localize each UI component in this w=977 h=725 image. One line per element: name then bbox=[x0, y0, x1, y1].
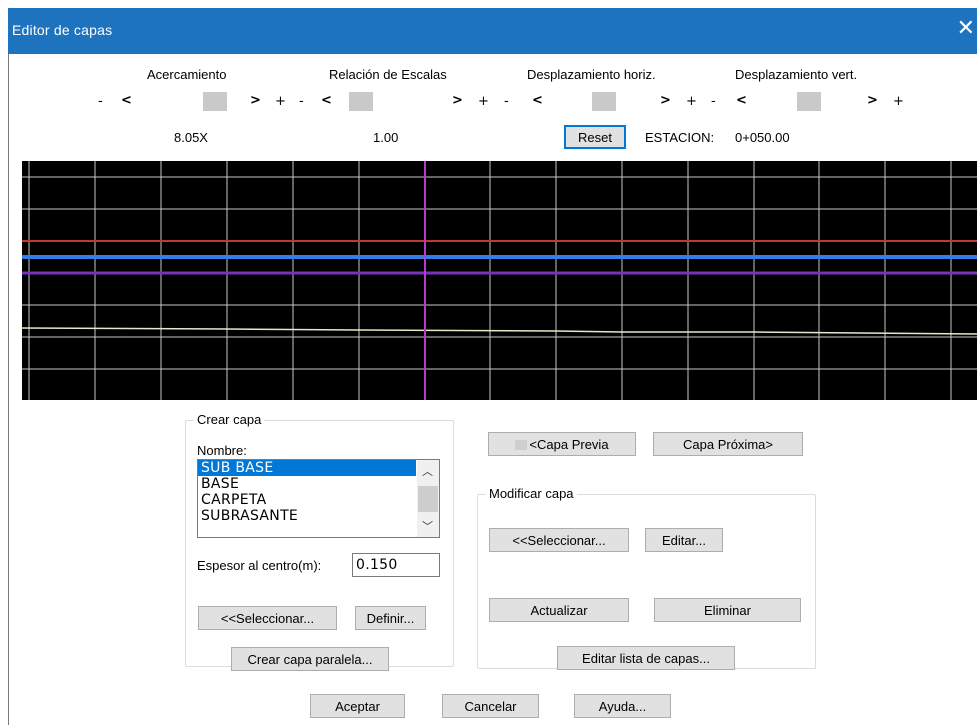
window-border bbox=[8, 54, 9, 725]
modificar-capa-title: Modificar capa bbox=[486, 486, 577, 501]
relacion-escalas-label: Relación de Escalas bbox=[329, 67, 447, 82]
despl-horiz-right-arrow[interactable]: > bbox=[660, 93, 671, 108]
scroll-down-icon[interactable]: ﹀ bbox=[422, 518, 433, 534]
list-item[interactable]: BASE bbox=[198, 476, 416, 492]
acercamiento-left-arrow[interactable]: < bbox=[121, 93, 132, 108]
reset-button[interactable]: Reset bbox=[564, 125, 626, 149]
cancelar-button[interactable]: Cancelar bbox=[442, 694, 539, 718]
layer-list-scrollbar[interactable]: ︿ ﹀ bbox=[417, 460, 439, 537]
relacion-escalas-value: 1.00 bbox=[373, 130, 399, 145]
despl-horiz-plus-button[interactable]: + bbox=[686, 94, 697, 109]
desplazamiento-vert-label: Desplazamiento vert. bbox=[735, 67, 858, 82]
crear-capa-title: Crear capa bbox=[194, 412, 265, 427]
despl-horiz-left-arrow[interactable]: < bbox=[532, 93, 543, 108]
nombre-label: Nombre: bbox=[197, 443, 247, 458]
despl-vert-plus-button[interactable]: + bbox=[893, 94, 904, 109]
espesor-input[interactable]: 0.150 bbox=[352, 553, 440, 577]
close-icon[interactable]: ✕ bbox=[957, 18, 975, 40]
eliminar-button[interactable]: Eliminar bbox=[654, 598, 801, 622]
acercamiento-scroll-thumb[interactable] bbox=[203, 92, 227, 111]
section-preview-canvas bbox=[22, 161, 977, 400]
acercamiento-label: Acercamiento bbox=[147, 67, 227, 82]
despl-vert-minus-button[interactable]: - bbox=[711, 94, 716, 109]
modificar-capa-group: Modificar capa bbox=[477, 486, 816, 669]
list-item[interactable]: SUBRASANTE bbox=[198, 508, 416, 524]
scroll-up-icon[interactable]: ︿ bbox=[422, 463, 433, 479]
title-bar: Editor de capas ✕ bbox=[8, 8, 977, 54]
relacion-minus-button[interactable]: - bbox=[299, 94, 304, 109]
relacion-plus-button[interactable]: + bbox=[478, 94, 489, 109]
modificar-seleccionar-button[interactable]: <<Seleccionar... bbox=[489, 528, 629, 552]
relacion-left-arrow[interactable]: < bbox=[321, 93, 332, 108]
list-item[interactable]: CARPETA bbox=[198, 492, 416, 508]
editar-lista-capas-button[interactable]: Editar lista de capas... bbox=[557, 646, 735, 670]
acercamiento-value: 8.05X bbox=[174, 130, 208, 145]
acercamiento-right-arrow[interactable]: > bbox=[250, 93, 261, 108]
capa-previa-button[interactable]: <Capa Previa bbox=[488, 432, 636, 456]
section-preview-svg bbox=[22, 161, 977, 400]
estacion-label: ESTACION: bbox=[645, 130, 715, 145]
layer-line bbox=[22, 327, 977, 335]
ayuda-button[interactable]: Ayuda... bbox=[574, 694, 671, 718]
aceptar-button[interactable]: Aceptar bbox=[310, 694, 405, 718]
despl-vert-scroll-thumb[interactable] bbox=[797, 92, 821, 111]
relacion-right-arrow[interactable]: > bbox=[452, 93, 463, 108]
layer-list[interactable]: SUB BASE BASE CARPETA SUBRASANTE ︿ ﹀ bbox=[197, 459, 440, 538]
despl-vert-left-arrow[interactable]: < bbox=[736, 93, 747, 108]
button-mark-icon bbox=[515, 439, 528, 450]
actualizar-button[interactable]: Actualizar bbox=[489, 598, 629, 622]
editar-button[interactable]: Editar... bbox=[645, 528, 723, 552]
desplazamiento-horiz-label: Desplazamiento horiz. bbox=[527, 67, 656, 82]
estacion-value: 0+050.00 bbox=[735, 130, 790, 145]
definir-button[interactable]: Definir... bbox=[355, 606, 426, 630]
relacion-scroll-thumb[interactable] bbox=[349, 92, 373, 111]
acercamiento-plus-button[interactable]: + bbox=[275, 94, 286, 109]
crear-seleccionar-button[interactable]: <<Seleccionar... bbox=[198, 606, 337, 630]
despl-horiz-minus-button[interactable]: - bbox=[504, 94, 509, 109]
capa-proxima-button[interactable]: Capa Próxima> bbox=[653, 432, 803, 456]
crear-capa-paralela-button[interactable]: Crear capa paralela... bbox=[231, 647, 389, 671]
window-title: Editor de capas bbox=[12, 22, 113, 38]
acercamiento-minus-button[interactable]: - bbox=[98, 94, 103, 109]
despl-vert-right-arrow[interactable]: > bbox=[867, 93, 878, 108]
capa-previa-label: <Capa Previa bbox=[529, 436, 609, 452]
espesor-label: Espesor al centro(m): bbox=[197, 558, 322, 573]
list-item[interactable]: SUB BASE bbox=[198, 460, 416, 476]
despl-horiz-scroll-thumb[interactable] bbox=[592, 92, 616, 111]
scroll-thumb[interactable] bbox=[418, 486, 438, 512]
